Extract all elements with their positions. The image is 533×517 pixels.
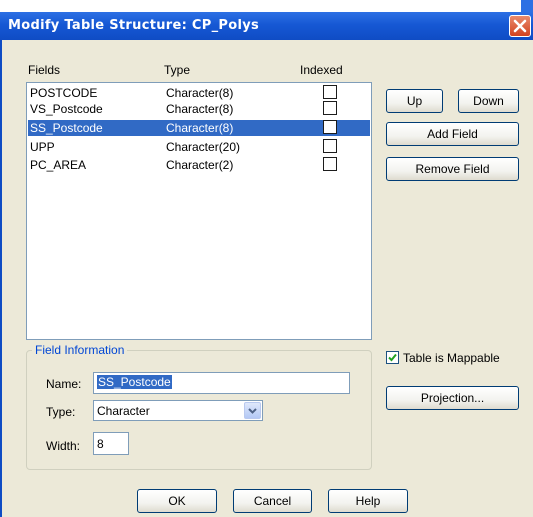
field-name: PC_AREA [30,158,87,172]
close-button[interactable] [509,15,531,37]
field-type: Character(2) [166,158,234,172]
type-select[interactable]: Character [93,400,263,421]
up-button[interactable]: Up [386,89,443,113]
field-name: SS_Postcode [30,121,103,135]
remove-field-button[interactable]: Remove Field [386,157,519,181]
field-type: Character(20) [166,140,241,154]
help-button[interactable]: Help [328,489,408,513]
title-bar[interactable]: Modify Table Structure: CP_Polys [0,12,533,40]
indexed-checkbox[interactable] [323,85,337,99]
field-name: VS_Postcode [30,102,103,116]
add-field-button[interactable]: Add Field [386,122,519,146]
cancel-button[interactable]: Cancel [233,489,312,513]
name-field[interactable]: SS_Postcode [93,372,350,394]
table-is-mappable-label: Table is Mappable [403,351,500,365]
window-frame-corner [521,0,533,12]
ok-button[interactable]: OK [137,489,217,513]
name-value: SS_Postcode [97,375,172,389]
close-icon [513,19,527,33]
field-row-upp[interactable]: UPP Character(20) [28,139,370,155]
type-label: Type: [46,405,76,419]
field-row-pc-area[interactable]: PC_AREA Character(2) [28,157,370,173]
field-type: Character(8) [166,86,234,100]
indexed-checkbox[interactable] [323,139,337,153]
width-field[interactable]: 8 [93,432,129,455]
name-label: Name: [46,377,82,391]
column-header-indexed: Indexed [300,63,343,77]
type-value: Character [97,404,150,418]
column-header-fields: Fields [28,63,61,77]
indexed-checkbox[interactable] [323,157,337,171]
field-name: UPP [30,140,55,154]
fields-list[interactable]: POSTCODE Character(8) VS_Postcode Charac… [26,82,372,340]
width-value: 8 [97,437,104,451]
field-type: Character(8) [166,121,234,135]
field-row-postcode[interactable]: POSTCODE Character(8) [28,85,370,101]
field-row-ss-postcode[interactable]: SS_Postcode Character(8) [28,120,370,136]
field-row-vs-postcode[interactable]: VS_Postcode Character(8) [28,101,370,117]
type-dropdown-button[interactable] [244,402,261,419]
window-title: Modify Table Structure: CP_Polys [8,18,260,33]
table-is-mappable-checkbox[interactable] [386,351,399,364]
column-header-type: Type [164,63,191,77]
projection-button[interactable]: Projection... [386,386,519,410]
checkmark-icon [388,353,397,362]
chevron-down-icon [248,408,257,414]
indexed-checkbox[interactable] [323,120,337,134]
width-label: Width: [46,439,81,453]
field-information-title: Field Information [32,343,128,357]
down-button[interactable]: Down [458,89,519,113]
field-name: POSTCODE [30,86,98,100]
indexed-checkbox[interactable] [323,101,337,115]
field-type: Character(8) [166,102,234,116]
